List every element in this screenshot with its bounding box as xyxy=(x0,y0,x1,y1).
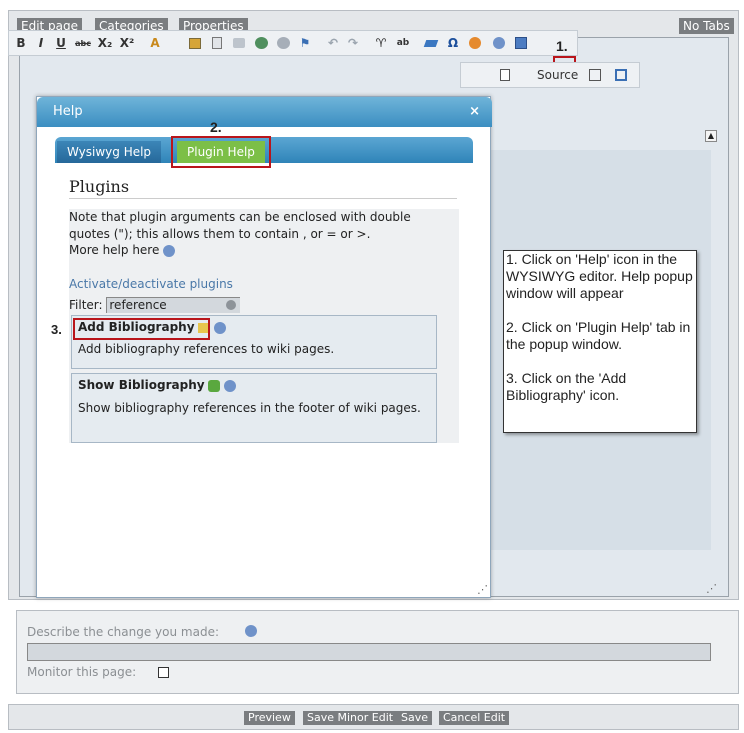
plugin-help-highlight xyxy=(171,136,271,168)
font-color-button[interactable]: A xyxy=(147,35,163,51)
plugin-desc: Add bibliography references to wiki page… xyxy=(78,342,335,356)
filter-row: Filter: reference xyxy=(69,297,459,313)
plugin-help-icon[interactable] xyxy=(214,321,227,334)
preview-button[interactable]: Preview xyxy=(244,711,295,725)
bold-button[interactable]: B xyxy=(13,35,29,51)
instructions-callout: 1. Click on 'Help' icon in the WYSIWYG e… xyxy=(503,250,697,433)
callout-step-3: 3. Click on the 'Add Bibliography' icon. xyxy=(506,370,627,403)
undo-icon[interactable]: ↶ xyxy=(325,35,341,51)
puzzle-icon[interactable] xyxy=(208,379,221,392)
activate-plugins-link[interactable]: Activate/deactivate plugins xyxy=(69,277,459,291)
redo-icon[interactable]: ↷ xyxy=(345,35,361,51)
cancel-edit-button[interactable]: Cancel Edit xyxy=(439,711,510,725)
save-icon[interactable] xyxy=(513,35,529,51)
plugin-show-bibliography: Show Bibliography Show bibliography refe… xyxy=(71,373,437,443)
plugins-heading: Plugins xyxy=(69,177,457,199)
plugin-help-icon[interactable] xyxy=(224,379,237,392)
add-bibliography-highlight xyxy=(73,318,210,340)
filter-label: Filter: xyxy=(69,298,103,312)
tab-wysiwyg-help[interactable]: Wysiwyg Help xyxy=(57,141,162,163)
editor-toolbar: B I U abc X₂ X² A ⚑ ↶ ↷ ♈ ab Ω xyxy=(8,30,578,56)
cart-icon[interactable] xyxy=(253,35,269,51)
step-1-label: 1. xyxy=(556,38,568,54)
special-char-icon[interactable]: Ω xyxy=(445,35,461,51)
close-icon[interactable]: × xyxy=(469,97,480,127)
plugin-desc: Show bibliography references in the foot… xyxy=(78,401,421,415)
monitor-label: Monitor this page: xyxy=(27,665,137,679)
dialog-resize-icon[interactable]: ⋰ xyxy=(477,583,488,596)
describe-help-icon[interactable] xyxy=(245,625,257,637)
more-help-row: More help here xyxy=(69,243,459,257)
help-dialog: Help × Wysiwyg Help Plugin Help Plugins … xyxy=(36,96,492,598)
source-icon[interactable] xyxy=(497,67,513,83)
filter-value: reference xyxy=(109,298,167,312)
filter-input[interactable]: reference xyxy=(106,297,241,313)
summary-input[interactable] xyxy=(27,643,711,661)
more-help-text: More help here xyxy=(69,243,160,257)
collapse-icon[interactable]: ▲ xyxy=(705,130,717,142)
help-dialog-title: Help xyxy=(53,104,83,119)
help-icon[interactable] xyxy=(491,35,507,51)
clear-filter-icon[interactable] xyxy=(226,300,237,310)
callout-step-1: 1. Click on 'Help' icon in the WYSIWYG e… xyxy=(506,251,693,301)
edit-summary-section: Describe the change you made: Monitor th… xyxy=(16,610,739,694)
editor-toolbar-row2: Source xyxy=(460,62,640,88)
spellcheck-icon[interactable]: ab xyxy=(395,35,411,51)
underline-button[interactable]: U xyxy=(53,35,69,51)
step-3-label: 3. xyxy=(51,322,62,337)
tag-icon[interactable] xyxy=(231,35,247,51)
preview-icon[interactable] xyxy=(587,67,603,83)
flag-icon[interactable]: ⚑ xyxy=(297,35,313,51)
describe-label: Describe the change you made: xyxy=(27,625,219,639)
strike-button[interactable]: abc xyxy=(75,35,91,51)
plugin-note: Note that plugin arguments can be enclos… xyxy=(69,210,411,241)
group-icon[interactable] xyxy=(275,35,291,51)
monitor-checkbox[interactable] xyxy=(158,667,169,678)
save-button[interactable]: Save xyxy=(397,711,433,725)
source-button[interactable]: Source xyxy=(537,68,578,82)
italic-button[interactable]: I xyxy=(33,35,49,51)
maximize-icon[interactable] xyxy=(613,67,629,83)
help-dialog-header[interactable]: Help × xyxy=(37,97,492,127)
no-tabs-button[interactable]: No Tabs xyxy=(679,18,734,34)
plugin-name: Show Bibliography xyxy=(78,378,205,392)
resize-handle-icon[interactable]: ⋰ xyxy=(706,582,717,595)
image-icon[interactable] xyxy=(187,35,203,51)
eraser-icon[interactable] xyxy=(423,35,439,51)
smiley-icon[interactable] xyxy=(467,35,483,51)
superscript-button[interactable]: X² xyxy=(119,35,135,51)
action-buttons-bar: Preview Save Minor Edit Save Cancel Edit xyxy=(8,704,739,730)
save-minor-edit-button[interactable]: Save Minor Edit xyxy=(303,711,398,725)
step-2-label: 2. xyxy=(210,119,222,135)
callout-step-2: 2. Click on 'Plugin Help' tab in the pop… xyxy=(506,319,691,352)
find-icon[interactable]: ♈ xyxy=(373,35,389,51)
subscript-button[interactable]: X₂ xyxy=(97,35,113,51)
copy-icon[interactable] xyxy=(209,35,225,51)
more-help-icon[interactable] xyxy=(163,244,176,257)
